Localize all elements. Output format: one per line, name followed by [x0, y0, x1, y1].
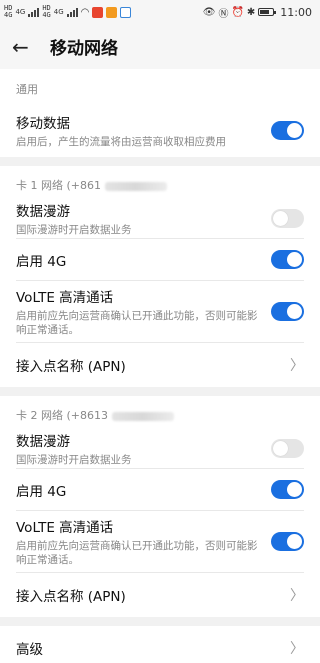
section-header-card1: 卡 1 网络 (+861	[16, 166, 304, 199]
sim1-sub-label: 4G	[4, 11, 13, 19]
card2-roaming-title: 数据漫游	[16, 434, 70, 450]
card2-volte-row[interactable]: VoLTE 高清通话 启用前应先向运营商确认已开通此功能，否则可能影响正常通话。	[16, 511, 304, 573]
section-header-general: 通用	[16, 83, 38, 96]
card2-apn-title: 接入点名称 (APN)	[16, 589, 126, 605]
mobile-data-text: 移动数据 启用后，产生的流量将由运营商收取相应费用	[16, 112, 271, 149]
card2-apn-text: 接入点名称 (APN)	[16, 585, 290, 605]
card2-4g-title: 启用 4G	[16, 483, 67, 500]
signal1-icon	[28, 7, 40, 17]
sim2-indicator: HD 4G	[42, 5, 50, 19]
card2-volte-toggle[interactable]	[271, 532, 304, 551]
app-notification-icon-2	[106, 6, 118, 18]
card2-apn-row[interactable]: 接入点名称 (APN) 〉	[16, 573, 304, 617]
general-section: 通用 移动数据 启用后，产生的流量将由运营商收取相应费用	[0, 69, 320, 157]
card1-apn-title: 接入点名称 (APN)	[16, 359, 126, 375]
card1-roaming-row[interactable]: 数据漫游 国际漫游时开启数据业务	[16, 199, 304, 239]
card1-roaming-toggle[interactable]	[271, 209, 304, 228]
mobile-data-toggle[interactable]	[271, 120, 304, 140]
card1-roaming-text: 数据漫游 国际漫游时开启数据业务	[16, 200, 271, 237]
card1-4g-row[interactable]: 启用 4G	[16, 239, 304, 281]
card1-roaming-subtitle: 国际漫游时开启数据业务	[16, 224, 132, 236]
toggle-knob	[273, 441, 288, 456]
card2-4g-row[interactable]: 启用 4G	[16, 469, 304, 511]
advanced-row[interactable]: 高级 〉	[16, 626, 304, 663]
battery-icon	[258, 8, 277, 16]
card2-roaming-subtitle: 国际漫游时开启数据业务	[16, 454, 132, 466]
card2-roaming-text: 数据漫游 国际漫游时开启数据业务	[16, 430, 271, 467]
chevron-right-icon: 〉	[290, 641, 304, 657]
card1-header-label: 卡 1 网络 (+861	[16, 179, 101, 192]
card1-volte-text: VoLTE 高清通话 启用前应先向运营商确认已开通此功能，否则可能影响正常通话。	[16, 286, 271, 337]
toggle-knob	[273, 211, 288, 226]
net2-label: 4G	[53, 8, 64, 16]
advanced-section: 高级 〉	[0, 626, 320, 663]
card1-4g-toggle[interactable]	[271, 250, 304, 269]
toggle-knob	[287, 482, 302, 497]
mobile-data-title: 移动数据	[16, 115, 70, 132]
card2-volte-title: VoLTE 高清通话	[16, 520, 114, 536]
toggle-knob	[287, 304, 302, 319]
section-header-card2: 卡 2 网络 (+8613	[16, 396, 304, 429]
advanced-text: 高级	[16, 638, 290, 658]
card2-4g-text: 启用 4G	[16, 480, 271, 500]
section-gap	[0, 387, 320, 396]
toggle-knob	[287, 122, 302, 138]
toggle-knob	[287, 252, 302, 267]
card1-apn-text: 接入点名称 (APN)	[16, 355, 290, 375]
card2-volte-text: VoLTE 高清通话 启用前应先向运营商确认已开通此功能，否则可能影响正常通话。	[16, 516, 271, 567]
card1-4g-title: 启用 4G	[16, 253, 67, 270]
alarm-icon: ⏰	[231, 6, 244, 18]
sim1-indicator: HD 4G	[4, 5, 12, 19]
mobile-data-subtitle: 启用后，产生的流量将由运营商收取相应费用	[16, 135, 226, 148]
card1-section: 卡 1 网络 (+861 数据漫游 国际漫游时开启数据业务 启用 4G VoLT…	[0, 166, 320, 387]
card2-volte-subtitle: 启用前应先向运营商确认已开通此功能，否则可能影响正常通话。	[16, 540, 258, 566]
advanced-title: 高级	[16, 642, 43, 658]
nfc-icon: Ⓝ	[218, 8, 229, 20]
card1-apn-row[interactable]: 接入点名称 (APN) 〉	[16, 343, 304, 387]
back-arrow-icon[interactable]: ←	[12, 35, 38, 59]
status-right: 👁 Ⓝ ⏰ ✱ 11:00	[203, 5, 312, 20]
wifi-icon: ◠	[80, 6, 90, 18]
card2-4g-toggle[interactable]	[271, 480, 304, 499]
card2-roaming-row[interactable]: 数据漫游 国际漫游时开启数据业务	[16, 429, 304, 469]
status-left: HD 4G 4G HD 4G 4G ◠	[4, 5, 132, 19]
clock: 11:00	[280, 5, 312, 19]
card2-section: 卡 2 网络 (+8613 数据漫游 国际漫游时开启数据业务 启用 4G VoL…	[0, 396, 320, 617]
app-notification-icon	[92, 6, 104, 18]
card1-roaming-title: 数据漫游	[16, 204, 70, 220]
net1-label: 4G	[15, 8, 26, 16]
eye-comfort-icon: 👁	[202, 6, 216, 18]
chevron-right-icon: 〉	[290, 588, 304, 604]
redacted-number	[104, 181, 167, 191]
page-title: 移动网络	[50, 39, 118, 59]
app-bar: ← 移动网络	[0, 24, 320, 69]
section-gap	[0, 157, 320, 166]
app-notification-icon-3	[120, 6, 132, 18]
card2-roaming-toggle[interactable]	[271, 439, 304, 458]
card1-volte-row[interactable]: VoLTE 高清通话 启用前应先向运营商确认已开通此功能，否则可能影响正常通话。	[16, 281, 304, 343]
sim2-sub-label: 4G	[42, 11, 51, 19]
chevron-right-icon: 〉	[290, 358, 304, 374]
signal2-icon	[66, 7, 78, 17]
section-gap	[0, 617, 320, 626]
card1-4g-text: 启用 4G	[16, 250, 271, 270]
toggle-knob	[287, 534, 302, 549]
card2-header-label: 卡 2 网络 (+8613	[16, 409, 108, 422]
mobile-data-row[interactable]: 移动数据 启用后，产生的流量将由运营商收取相应费用	[16, 103, 304, 157]
card1-volte-toggle[interactable]	[271, 302, 304, 321]
status-bar: HD 4G 4G HD 4G 4G ◠ 👁 Ⓝ ⏰ ✱ 11:00	[0, 0, 320, 24]
card1-volte-subtitle: 启用前应先向运营商确认已开通此功能，否则可能影响正常通话。	[16, 310, 258, 336]
redacted-number	[111, 411, 174, 421]
bluetooth-icon: ✱	[246, 6, 256, 18]
card1-volte-title: VoLTE 高清通话	[16, 290, 114, 306]
